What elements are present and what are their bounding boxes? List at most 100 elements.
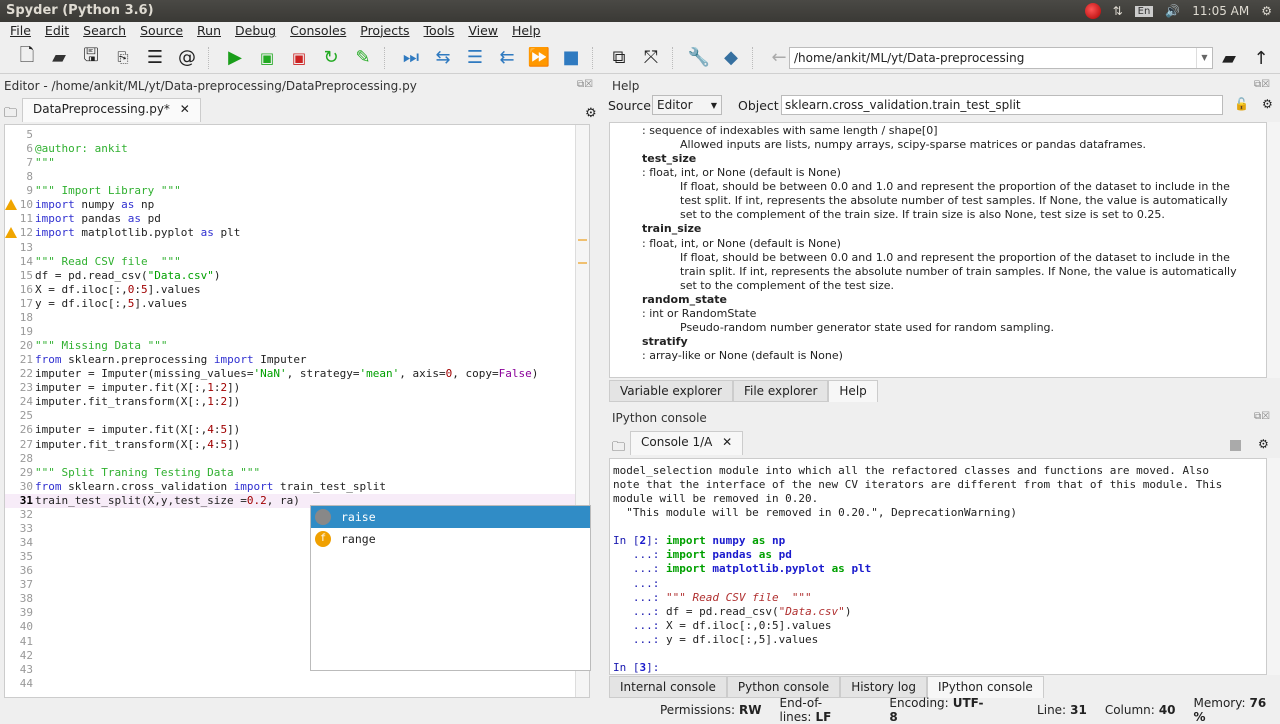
- warning-icon[interactable]: [5, 199, 17, 211]
- code-token: np: [134, 198, 155, 212]
- help-object-input[interactable]: sklearn.cross_validation.train_test_spli…: [781, 95, 1223, 115]
- menu-help[interactable]: Help: [512, 23, 541, 41]
- tab-variable-explorer[interactable]: Variable explorer: [609, 380, 733, 402]
- menu-view[interactable]: View: [468, 23, 498, 41]
- chevron-down-icon[interactable]: ▼: [1196, 48, 1212, 68]
- editor-options-gear-icon[interactable]: ⚙: [585, 106, 597, 121]
- preferences-wrench-icon[interactable]: 🔧: [688, 47, 710, 69]
- tab-help[interactable]: Help: [828, 380, 878, 402]
- parent-directory-icon[interactable]: ↑: [1250, 47, 1272, 69]
- tab-internal-console[interactable]: Internal console: [609, 676, 727, 698]
- record-icon[interactable]: [1084, 3, 1101, 19]
- param-description: set to the complement of the train size.…: [680, 208, 1165, 222]
- menu-search[interactable]: Search: [83, 23, 126, 41]
- code-token: X = df.iloc[:,: [35, 282, 128, 296]
- warning-icon[interactable]: [5, 227, 17, 239]
- tab-datapreprocessing[interactable]: DataPreprocessing.py* ✕: [22, 98, 201, 122]
- menu-edit[interactable]: Edit: [45, 23, 69, 41]
- tab-file-explorer[interactable]: File explorer: [732, 380, 829, 402]
- debug-icon[interactable]: ⏭: [400, 47, 422, 69]
- menu-consoles[interactable]: Consoles: [290, 23, 346, 41]
- browse-tabs-icon[interactable]: 🗀: [4, 104, 17, 126]
- browse-folder-icon[interactable]: ▰: [1218, 47, 1240, 69]
- help-scrollbar[interactable]: [1267, 122, 1280, 378]
- completion-item[interactable]: f range: [311, 528, 590, 550]
- console-token: df = pd.read_csv(: [665, 604, 779, 618]
- undock-close-icons[interactable]: ⧉☒: [577, 79, 593, 90]
- run-cell-advance-icon[interactable]: ▣: [288, 47, 310, 69]
- step-into-icon[interactable]: ☰: [464, 47, 486, 69]
- volume-icon[interactable]: 🔊: [1165, 4, 1180, 18]
- menu-debug[interactable]: Debug: [235, 23, 276, 41]
- console-options-gear-icon[interactable]: ⚙: [1258, 437, 1269, 451]
- save-all-icon[interactable]: ⎘: [112, 47, 134, 69]
- undock-close-icons[interactable]: ⧉☒: [1254, 411, 1270, 422]
- line-number: 40: [19, 620, 33, 634]
- tab-history-log[interactable]: History log: [840, 676, 927, 698]
- console-token: "Data.csv": [778, 604, 845, 618]
- clock[interactable]: 11:05 AM: [1192, 4, 1249, 18]
- menu-run[interactable]: Run: [197, 23, 221, 41]
- help-source-select[interactable]: Editor ▼: [652, 95, 722, 115]
- code-line: 7 """: [5, 156, 575, 170]
- continue-icon[interactable]: ⏩: [528, 47, 550, 69]
- working-directory-input[interactable]: /home/ankit/ML/yt/Data-preprocessing ▼: [789, 47, 1213, 69]
- line-number: 28: [19, 451, 33, 465]
- outline-list-icon[interactable]: ☰: [144, 47, 166, 69]
- rerun-icon[interactable]: ↻: [320, 47, 342, 69]
- window-titlebar: Spyder (Python 3.6) ⇅ En 🔊 11:05 AM ⚙: [0, 0, 1280, 22]
- code-token: """ Split Traning Testing Data """: [35, 465, 261, 479]
- line-number: 43: [19, 662, 33, 676]
- code-token: 0.2: [246, 493, 267, 507]
- menu-file[interactable]: File: [10, 23, 31, 41]
- console-scrollbar[interactable]: [1267, 458, 1280, 675]
- line-number: 11: [19, 212, 33, 226]
- python-path-icon[interactable]: ◆: [720, 47, 742, 69]
- save-icon[interactable]: 🖫: [80, 45, 102, 69]
- ipython-console-output[interactable]: model_selection module into which all th…: [609, 458, 1267, 675]
- interrupt-kernel-icon[interactable]: [1230, 440, 1241, 451]
- console-token: matplotlib.pyplot: [712, 562, 832, 576]
- close-tab-icon[interactable]: ✕: [722, 435, 732, 449]
- console-token: import: [665, 548, 713, 562]
- console-token: "This module will be removed in 0.20.", …: [613, 506, 1017, 520]
- step-return-icon[interactable]: ⇇: [496, 47, 518, 69]
- run-settings-icon[interactable]: ✎: [352, 47, 374, 69]
- code-token: numpy: [74, 198, 122, 212]
- code-token: 4: [207, 423, 214, 437]
- fullscreen-icon[interactable]: ⤧: [640, 47, 662, 69]
- tab-console-1a[interactable]: Console 1/A ✕: [630, 431, 744, 455]
- tab-python-console[interactable]: Python console: [726, 676, 841, 698]
- run-icon[interactable]: ▶: [224, 47, 246, 69]
- menu-projects[interactable]: Projects: [360, 23, 409, 41]
- run-cell-icon[interactable]: ▣: [256, 47, 278, 69]
- stop-icon[interactable]: ■: [560, 47, 582, 69]
- help-options-gear-icon[interactable]: ⚙: [1262, 97, 1273, 111]
- at-icon[interactable]: @: [176, 47, 198, 69]
- menu-source[interactable]: Source: [140, 23, 183, 41]
- maximize-pane-icon[interactable]: ⧉: [608, 47, 630, 69]
- console-line: model_selection module into which all th…: [613, 464, 1209, 478]
- step-icon[interactable]: ⇆: [432, 47, 454, 69]
- back-arrow-icon[interactable]: ←: [768, 47, 790, 69]
- line-number: 32: [19, 507, 33, 521]
- close-tab-icon[interactable]: ✕: [180, 102, 190, 116]
- keyboard-language[interactable]: En: [1134, 5, 1154, 17]
- completion-item[interactable]: raise: [311, 506, 590, 528]
- tab-ipython-console[interactable]: IPython console: [927, 676, 1044, 698]
- lock-icon[interactable]: 🔓: [1234, 97, 1249, 111]
- autocomplete-popup[interactable]: raise f range: [310, 505, 591, 671]
- line-number: 37: [19, 578, 33, 592]
- undock-close-icons[interactable]: ⧉☒: [1254, 79, 1270, 90]
- power-gear-icon[interactable]: ⚙: [1261, 4, 1272, 18]
- new-file-icon[interactable]: 🗋: [16, 45, 38, 69]
- code-line: 14 """ Read CSV file """: [5, 255, 575, 269]
- code-token: sklearn.preprocessing: [61, 353, 214, 367]
- line-number: 24: [19, 395, 33, 409]
- console-token: ]:: [646, 534, 666, 548]
- open-file-icon[interactable]: ▰: [48, 47, 70, 69]
- menu-tools[interactable]: Tools: [424, 23, 455, 41]
- network-icon[interactable]: ⇅: [1113, 4, 1123, 18]
- browse-tabs-icon[interactable]: 🗀: [612, 438, 625, 460]
- code-line: 30 from sklearn.cross_validation import t…: [5, 480, 575, 494]
